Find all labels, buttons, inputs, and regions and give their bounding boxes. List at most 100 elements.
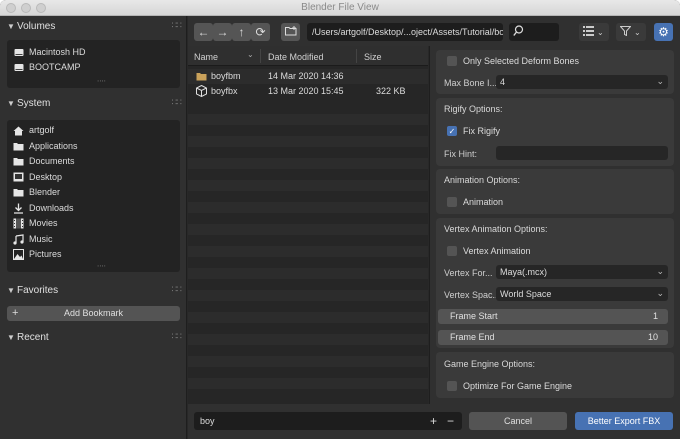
sidebar-item-desktop[interactable]: Desktop <box>13 171 173 186</box>
vertex-animation-title: Vertex Animation Options: <box>444 224 548 234</box>
decrement-filename-button[interactable]: − <box>444 412 457 430</box>
column-divider[interactable] <box>260 49 261 63</box>
empty-row <box>188 180 428 191</box>
column-name[interactable]: Name <box>194 52 218 62</box>
volumes-label: Volumes <box>17 21 56 32</box>
rigify-title: Rigify Options: <box>444 104 503 114</box>
drag-grip-icon[interactable]: ∷∷ <box>172 97 183 108</box>
optimize-game-engine-checkbox[interactable] <box>447 381 457 391</box>
recent-label: Recent <box>17 332 49 343</box>
filename-input[interactable]: boy <box>194 412 462 430</box>
add-bookmark-button[interactable]: + Add Bookmark <box>7 306 180 321</box>
fix-hint-label: Fix Hint: <box>444 149 478 159</box>
empty-row <box>188 158 428 169</box>
settings-button[interactable]: ⚙ <box>654 23 673 41</box>
arrow-up-icon: ↑ <box>238 25 245 39</box>
vertex-animation-options-group: Vertex Animation Options: Vertex Animati… <box>436 218 674 348</box>
drag-grip-icon[interactable]: ∷∷ <box>172 20 183 31</box>
new-folder-button[interactable] <box>281 23 300 41</box>
sidebar-item-bootcamp[interactable]: BOOTCAMP <box>13 61 173 76</box>
sidebar-item-macintosh-hd[interactable]: Macintosh HD <box>13 46 173 61</box>
sidebar-item-blender[interactable]: Blender <box>13 186 173 201</box>
folder-icon <box>196 72 207 83</box>
list-view-icon <box>583 26 594 38</box>
fix-rigify-checkbox[interactable]: ✓ <box>447 126 457 136</box>
sidebar-item-pictures[interactable]: Pictures <box>13 248 173 263</box>
file-name: boyfbm <box>211 71 241 81</box>
image-icon <box>13 249 24 260</box>
resize-handle-icon[interactable]: ∙∙∙∙ <box>97 261 106 270</box>
download-icon <box>13 203 24 214</box>
window-title: Blender File View <box>301 2 379 13</box>
display-mode-dropdown[interactable]: ⌄ <box>579 23 609 41</box>
fix-hint-field[interactable] <box>496 146 668 160</box>
file-date: 14 Mar 2020 14:36 <box>268 71 344 81</box>
frame-end-field[interactable]: Frame End 10 <box>438 330 668 345</box>
collapse-triangle-icon: ▼ <box>7 99 15 108</box>
sidebar-item-artgolf[interactable]: artgolf <box>13 124 173 139</box>
chevron-down-icon: ⌄ <box>597 27 604 37</box>
export-button[interactable]: Better Export FBX <box>575 412 673 430</box>
vertex-space-label: Vertex Spac... <box>444 290 501 300</box>
search-input[interactable] <box>509 23 559 41</box>
directory-path-field[interactable]: /Users/artgolf/Desktop/...oject/Assets/T… <box>307 23 503 41</box>
sidebar-item-movies[interactable]: Movies <box>13 217 173 232</box>
back-button[interactable]: ← <box>194 23 213 41</box>
empty-row <box>188 246 428 257</box>
vertex-format-label: Vertex For... <box>444 268 493 278</box>
vertex-space-dropdown[interactable]: World Space ⌄ <box>496 287 668 301</box>
resize-handle-icon[interactable]: ∙∙∙∙ <box>97 76 106 85</box>
volumes-section-header[interactable]: ▼ Volumes ∷∷ <box>0 18 187 36</box>
sidebar-item-label: Applications <box>29 140 78 151</box>
home-icon <box>13 125 24 136</box>
file-size: 322 KB <box>376 86 406 96</box>
collapse-triangle-icon: ▼ <box>7 286 15 295</box>
sidebar-item-applications[interactable]: Applications <box>13 140 173 155</box>
column-divider[interactable] <box>356 49 357 63</box>
drag-grip-icon[interactable]: ∷∷ <box>172 331 183 342</box>
chevron-down-icon: ⌄ <box>656 76 664 86</box>
sidebar-item-documents[interactable]: Documents <box>13 155 173 170</box>
empty-row <box>188 268 428 279</box>
animation-label: Animation <box>463 197 504 207</box>
increment-filename-button[interactable]: + <box>427 412 440 430</box>
optimize-game-engine-label: Optimize For Game Engine <box>463 381 573 391</box>
drag-grip-icon[interactable]: ∷∷ <box>172 284 183 295</box>
favorites-section-header[interactable]: ▼ Favorites ∷∷ <box>0 282 187 300</box>
empty-row <box>188 202 428 213</box>
recent-section-header[interactable]: ▼ Recent ∷∷ <box>0 329 187 347</box>
refresh-button[interactable]: ⟳ <box>251 23 270 41</box>
filter-icon <box>619 26 632 38</box>
filter-dropdown[interactable]: ⌄ <box>616 23 646 41</box>
sidebar-item-music[interactable]: Music <box>13 233 173 248</box>
file-browser-window: Blender File View ▼ Volumes ∷∷ Macintosh… <box>0 0 680 439</box>
system-section-header[interactable]: ▼ System ∷∷ <box>0 95 187 113</box>
mesh-file-icon <box>196 84 207 99</box>
forward-button[interactable]: → <box>213 23 232 41</box>
sidebar-item-label: Movies <box>29 218 58 228</box>
column-size[interactable]: Size <box>364 52 382 62</box>
animation-checkbox[interactable] <box>447 197 457 207</box>
chevron-down-icon: ⌄ <box>656 288 664 298</box>
volumes-list: Macintosh HD BOOTCAMP ∙∙∙∙ <box>7 40 180 88</box>
vertex-animation-label: Vertex Animation <box>463 246 531 256</box>
parent-directory-button[interactable]: ↑ <box>232 23 251 41</box>
only-selected-deform-checkbox[interactable] <box>447 56 457 66</box>
cancel-button[interactable]: Cancel <box>469 412 567 430</box>
file-name: boyfbx <box>211 86 238 96</box>
column-date[interactable]: Date Modified <box>268 52 324 62</box>
footer-bar: boy + − Cancel Better Export FBX <box>188 404 680 439</box>
frame-start-field[interactable]: Frame Start 1 <box>438 309 668 324</box>
table-row[interactable]: boyfbm 14 Mar 2020 14:36 <box>188 69 428 84</box>
film-icon <box>13 218 24 229</box>
vertex-animation-checkbox[interactable] <box>447 246 457 256</box>
table-row[interactable]: boyfbx 13 Mar 2020 15:45 322 KB <box>188 84 428 99</box>
vertex-space-value: World Space <box>500 289 552 299</box>
file-list-header: Name ⌄ Date Modified Size <box>188 46 428 66</box>
max-bone-dropdown[interactable]: 4 ⌄ <box>496 75 668 89</box>
chevron-down-icon: ⌄ <box>634 27 641 37</box>
vertex-format-dropdown[interactable]: Maya(.mcx) ⌄ <box>496 265 668 279</box>
sidebar-item-downloads[interactable]: Downloads <box>13 202 173 217</box>
refresh-icon: ⟳ <box>255 25 266 39</box>
disk-icon <box>13 47 24 58</box>
